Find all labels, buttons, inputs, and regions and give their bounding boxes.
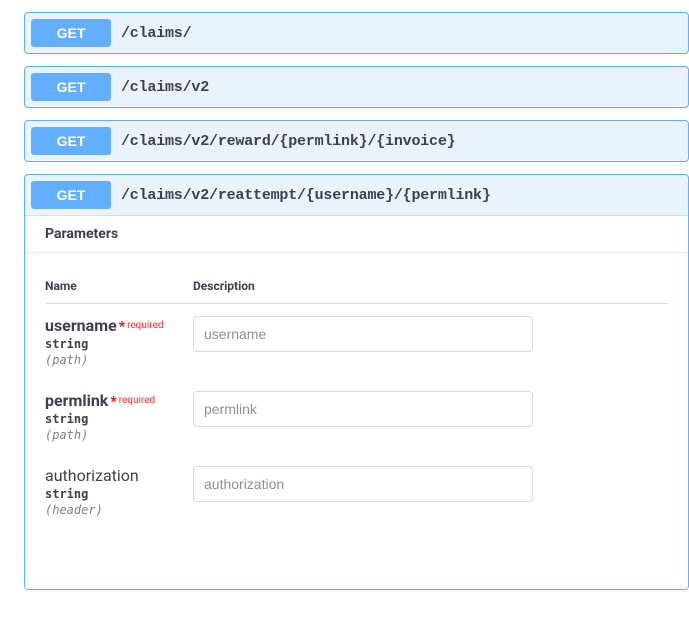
param-in: (path) (45, 353, 193, 367)
param-name: authorization (45, 466, 139, 485)
param-in: (header) (45, 503, 193, 517)
method-badge-get: GET (31, 19, 111, 47)
endpoint-path: /claims/v2/reward/{permlink}/{invoice} (121, 133, 455, 150)
required-label: required (125, 320, 163, 331)
required-star: * (117, 319, 125, 335)
parameters-title: Parameters (45, 226, 668, 242)
param-input-authorization[interactable] (193, 466, 533, 502)
required-star: * (108, 394, 116, 410)
opblock-claims-v2: GET /claims/v2 (24, 66, 689, 108)
opblock-summary[interactable]: GET /claims/ (25, 13, 688, 53)
col-header-description: Description (193, 269, 668, 304)
method-badge-get: GET (31, 127, 111, 155)
method-badge-get: GET (31, 73, 111, 101)
opblock-summary[interactable]: GET /claims/v2 (25, 67, 688, 107)
parameters-header: Parameters (25, 216, 688, 253)
param-name: username (45, 316, 117, 335)
param-row-username: username*required string (path) (45, 304, 668, 380)
opblock-claims-reward: GET /claims/v2/reward/{permlink}/{invoic… (24, 120, 689, 162)
endpoint-path: /claims/v2 (121, 79, 209, 96)
opblock-summary[interactable]: GET /claims/v2/reward/{permlink}/{invoic… (25, 121, 688, 161)
opblock-claims: GET /claims/ (24, 12, 689, 54)
opblock-body: Parameters Name Description username*req… (25, 215, 688, 589)
param-input-username[interactable] (193, 316, 533, 352)
endpoint-path: /claims/ (121, 25, 191, 42)
param-type: string (45, 337, 193, 351)
param-input-permlink[interactable] (193, 391, 533, 427)
param-row-permlink: permlink*required string (path) (45, 379, 668, 454)
parameters-table-wrap: Name Description username*required strin… (25, 253, 688, 589)
method-badge-get: GET (31, 181, 111, 209)
param-type: string (45, 412, 193, 426)
endpoint-path: /claims/v2/reattempt/{username}/{permlin… (121, 187, 491, 204)
required-label: required (117, 395, 155, 406)
opblock-summary[interactable]: GET /claims/v2/reattempt/{username}/{per… (25, 175, 688, 215)
param-name: permlink (45, 391, 108, 410)
param-in: (path) (45, 428, 193, 442)
parameters-table: Name Description username*required strin… (45, 269, 668, 529)
param-row-authorization: authorization string (header) (45, 454, 668, 529)
opblock-claims-reattempt: GET /claims/v2/reattempt/{username}/{per… (24, 174, 689, 590)
col-header-name: Name (45, 269, 193, 304)
param-type: string (45, 487, 193, 501)
